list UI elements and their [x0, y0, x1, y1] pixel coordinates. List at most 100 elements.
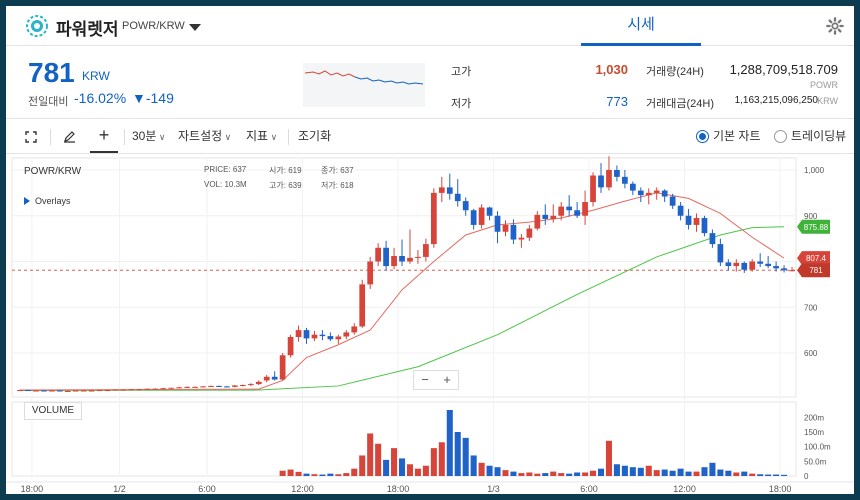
- candle-body: [335, 336, 342, 340]
- candle-body: [550, 215, 557, 219]
- indicators-menu[interactable]: 지표 ∨: [246, 120, 277, 153]
- low-label: 저가: [451, 98, 472, 110]
- volume-bar: [709, 462, 716, 476]
- volume-bar: [279, 470, 286, 476]
- candle-body: [48, 390, 55, 392]
- volume-bar: [693, 471, 700, 476]
- candle-body: [733, 262, 740, 267]
- coin-select-caret-icon[interactable]: [189, 24, 201, 31]
- time-tick-label: 6:00: [580, 484, 598, 494]
- volume-bar: [351, 468, 358, 476]
- ma-short-badge-text: 807.4: [806, 254, 827, 263]
- candle-body: [56, 390, 63, 392]
- volume-bar: [677, 468, 684, 476]
- price-tick-label: 1,000: [804, 166, 825, 175]
- volume-tick-label: 150m: [804, 428, 824, 437]
- candle-body: [502, 224, 509, 232]
- price-chart[interactable]: 1,000900800700600200m150m100.0m50.0m018:…: [6, 154, 854, 497]
- candle-body: [526, 228, 533, 238]
- candle-body: [781, 268, 787, 271]
- volume-bar: [391, 448, 398, 476]
- chart-settings-menu[interactable]: 자트설정 ∨: [178, 120, 231, 153]
- time-tick-label: 1/2: [113, 484, 126, 494]
- crosshair-icon[interactable]: +: [90, 120, 118, 153]
- tab-quote[interactable]: 시세: [581, 6, 701, 46]
- candle-body: [80, 390, 87, 392]
- candle-body: [677, 205, 684, 216]
- candle-body: [17, 390, 23, 392]
- volume-bar: [287, 469, 294, 476]
- basic-chart-label[interactable]: 기본 자트: [713, 120, 761, 153]
- zoom-out-button[interactable]: −: [414, 371, 436, 389]
- candle-body: [637, 190, 644, 196]
- candle-body: [645, 192, 652, 196]
- change-amount: ▼-149: [132, 90, 174, 106]
- candle-body: [478, 207, 485, 225]
- volume-bar: [590, 470, 597, 476]
- volume-label[interactable]: VOLUME: [24, 402, 82, 420]
- chart-pair-label: POWR/KRW: [24, 166, 82, 177]
- zoom-in-button[interactable]: +: [436, 371, 458, 389]
- volume-value: 1,288,709,518.709: [729, 62, 838, 77]
- interval-select[interactable]: 30분 ∨: [132, 120, 165, 153]
- fullscreen-icon[interactable]: [20, 120, 42, 153]
- candle-body: [247, 384, 254, 386]
- volume-bar: [574, 472, 581, 476]
- reset-button[interactable]: 조기화: [298, 120, 331, 153]
- volume-bar: [367, 433, 374, 476]
- time-tick-label: 12:00: [291, 484, 314, 494]
- candle-body: [470, 210, 477, 225]
- candle-body: [160, 388, 167, 390]
- pencil-icon[interactable]: [58, 120, 80, 153]
- candle-body: [614, 170, 620, 177]
- volume-tick-label: 200m: [804, 413, 824, 422]
- candle-body: [232, 385, 238, 387]
- candle-body: [486, 207, 493, 216]
- time-tick-label: 18:00: [387, 484, 410, 494]
- volume-bar: [359, 455, 366, 476]
- overlays-toggle[interactable]: Overlays: [24, 196, 71, 206]
- mini-price-chart: [303, 63, 425, 107]
- volume-bar: [462, 437, 469, 476]
- candle-body: [239, 385, 246, 387]
- candle-body: [669, 196, 676, 206]
- volume-tick-label: 50.0m: [804, 457, 827, 466]
- volume-bar: [613, 464, 620, 476]
- chart-canvas[interactable]: 1,000900800700600200m150m100.0m50.0m018:…: [6, 154, 854, 497]
- candle-body: [120, 389, 127, 391]
- current-price: 781: [28, 57, 75, 88]
- legend-open: 시가: 619: [269, 166, 302, 175]
- volume-bar: [773, 474, 780, 476]
- tradingview-radio[interactable]: [774, 130, 787, 143]
- volume-bar: [733, 472, 740, 476]
- amount-value: 1,163,215,096,250: [734, 95, 818, 106]
- candle-body: [510, 224, 517, 240]
- volume-bar: [470, 455, 477, 476]
- volume-bar: [669, 470, 676, 476]
- volume-bar: [494, 467, 501, 476]
- tradingview-label[interactable]: 트레이딩뷰: [791, 120, 846, 153]
- legend-low: 저가: 618: [321, 181, 354, 190]
- time-tick-label: 18:00: [769, 484, 792, 494]
- legend-close: 종가: 637: [321, 166, 354, 175]
- volume-bar: [406, 464, 414, 476]
- candle-body: [367, 261, 374, 285]
- volume-bar: [685, 471, 692, 476]
- candle-body: [208, 385, 214, 387]
- volume-bar: [295, 471, 302, 476]
- basic-chart-radio[interactable]: [696, 130, 709, 143]
- candle-body: [64, 390, 71, 392]
- volume-bar: [757, 474, 764, 476]
- candle-body: [136, 389, 143, 391]
- candle-body: [590, 175, 596, 203]
- time-tick-label: 18:00: [21, 484, 44, 494]
- candle-body: [709, 233, 716, 245]
- volume-bar: [701, 467, 708, 476]
- coin-name: 파워렛저: [56, 20, 119, 39]
- candle-body: [192, 386, 198, 388]
- candle-body: [303, 330, 310, 339]
- candle-body: [96, 390, 103, 392]
- gear-icon[interactable]: [826, 17, 844, 35]
- candle-body: [629, 183, 636, 191]
- candle-body: [144, 388, 151, 390]
